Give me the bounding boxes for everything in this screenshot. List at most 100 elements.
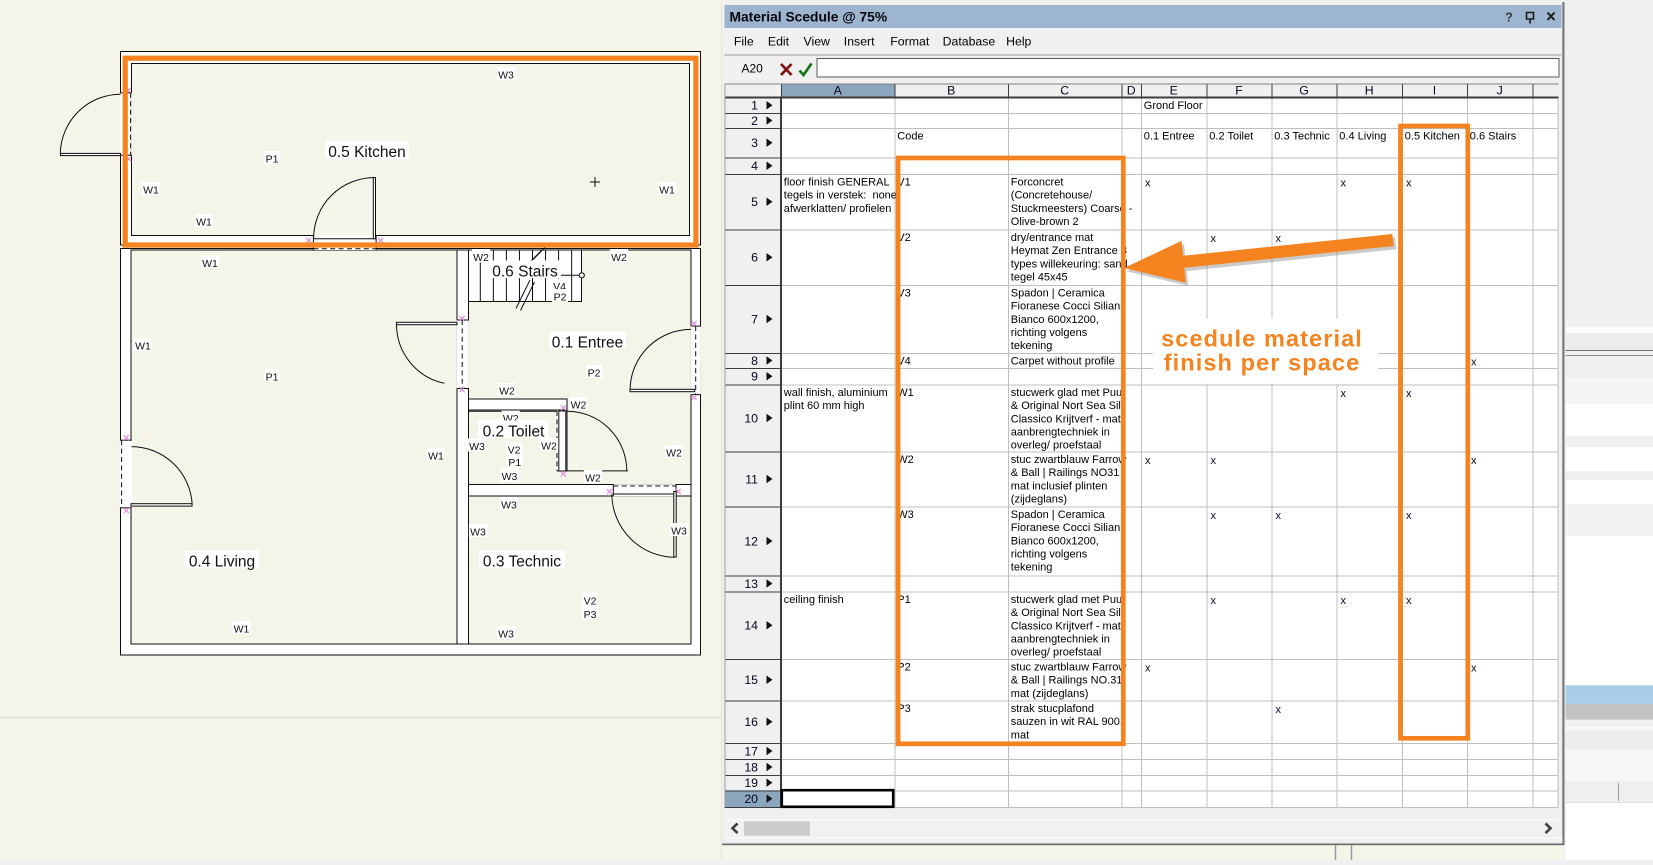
svg-text:14: 14	[744, 619, 758, 633]
svg-text:& Original Nort Sea Silt: & Original Nort Sea Silt	[1011, 400, 1124, 412]
svg-text:x: x	[1406, 388, 1412, 400]
svg-text:W2: W2	[473, 252, 489, 264]
svg-text:W2: W2	[666, 447, 682, 459]
svg-text:0.1 Entree: 0.1 Entree	[552, 335, 624, 352]
svg-text:x: x	[1276, 704, 1282, 716]
svg-text:W3: W3	[671, 525, 687, 537]
svg-text:E: E	[1170, 83, 1178, 97]
svg-text:P1: P1	[266, 153, 279, 165]
svg-text:W2: W2	[585, 472, 601, 484]
svg-text:stuc zwartblauw Farrow: stuc zwartblauw Farrow	[1011, 661, 1127, 673]
svg-text:6: 6	[751, 251, 758, 265]
svg-text:x: x	[1341, 388, 1347, 400]
svg-text:0.4 Living: 0.4 Living	[189, 554, 255, 571]
svg-text:x: x	[1145, 663, 1151, 675]
svg-text:x: x	[1471, 663, 1477, 675]
svg-text:& Ball | Railings NO.31: & Ball | Railings NO.31	[1011, 675, 1123, 687]
svg-text:I: I	[1433, 83, 1436, 97]
svg-text:W2: W2	[611, 252, 627, 264]
svg-text:afwerklatten/ profielen: afwerklatten/ profielen	[784, 203, 892, 215]
svg-text:9: 9	[751, 370, 758, 384]
svg-text:x: x	[1341, 595, 1347, 607]
svg-text:x: x	[1145, 178, 1151, 190]
svg-text:Help: Help	[1006, 35, 1031, 49]
svg-text:A: A	[834, 83, 843, 97]
svg-text:Heymat Zen Entrance 3: Heymat Zen Entrance 3	[1011, 245, 1127, 257]
svg-text:stucwerk glad met Puur: stucwerk glad met Puur	[1011, 594, 1126, 606]
svg-text:W1: W1	[659, 184, 675, 196]
svg-text:18: 18	[744, 760, 758, 774]
svg-text:Spadon | Ceramica: Spadon | Ceramica	[1011, 287, 1106, 299]
svg-text:Format: Format	[890, 35, 930, 49]
svg-text:7: 7	[751, 312, 758, 326]
svg-text:W1: W1	[196, 216, 212, 228]
svg-text:W3: W3	[501, 499, 517, 511]
svg-text:Forconcret: Forconcret	[1011, 176, 1064, 188]
svg-text:types willekeuring: sand: types willekeuring: sand	[1011, 258, 1128, 270]
svg-text:?: ?	[1505, 11, 1513, 25]
svg-text:0.5 Kitchen: 0.5 Kitchen	[328, 144, 406, 161]
svg-text:13: 13	[744, 577, 758, 591]
svg-text:0.2 Toilet: 0.2 Toilet	[1209, 130, 1253, 142]
svg-text:scedule material: scedule material	[1161, 325, 1363, 351]
svg-text:Bianco 600x1200,: Bianco 600x1200,	[1011, 535, 1099, 547]
svg-text:Fioranese Cocci Siliani: Fioranese Cocci Siliani	[1011, 301, 1123, 313]
svg-text:View: View	[804, 35, 831, 49]
svg-text:x: x	[1211, 510, 1217, 522]
svg-text:x: x	[1145, 455, 1151, 467]
svg-text:richting volgens: richting volgens	[1011, 549, 1088, 561]
svg-text:W3: W3	[498, 69, 514, 81]
svg-text:Stuckmeesters) Coarse -: Stuckmeesters) Coarse -	[1011, 203, 1133, 215]
svg-text:Classico Krijtverf - mat,: Classico Krijtverf - mat,	[1011, 620, 1124, 632]
svg-text:0.4 Living: 0.4 Living	[1339, 130, 1386, 142]
svg-text:x: x	[1211, 233, 1217, 245]
svg-text:0.3 Technic: 0.3 Technic	[483, 554, 561, 571]
svg-text:W3: W3	[469, 441, 485, 453]
svg-text:W3: W3	[502, 471, 518, 483]
svg-text:& Ball | Railings NO31: & Ball | Railings NO31	[1011, 467, 1120, 479]
svg-text:Carpet without profile: Carpet without profile	[1011, 355, 1115, 367]
svg-text:C: C	[1060, 83, 1069, 97]
svg-text:0.2 Toilet: 0.2 Toilet	[483, 424, 545, 441]
svg-text:4: 4	[751, 159, 758, 173]
svg-text:8: 8	[751, 354, 758, 368]
svg-text:tegel 45x45: tegel 45x45	[1011, 272, 1068, 284]
svg-text:ceiling finish: ceiling finish	[784, 594, 844, 606]
svg-text:F: F	[1235, 83, 1243, 97]
svg-text:W1: W1	[135, 340, 151, 352]
svg-text:overleg/ proefstaal: overleg/ proefstaal	[1011, 440, 1102, 452]
svg-text:0.5 Kitchen: 0.5 Kitchen	[1405, 130, 1460, 142]
svg-text:(zijdeglans): (zijdeglans)	[1011, 494, 1067, 506]
svg-text:Code: Code	[897, 130, 923, 142]
svg-text:P2: P2	[554, 291, 567, 303]
svg-text:Insert: Insert	[844, 35, 875, 49]
svg-text:x: x	[1211, 595, 1217, 607]
svg-text:dry/entrance mat: dry/entrance mat	[1011, 232, 1094, 244]
svg-text:W3: W3	[470, 526, 486, 538]
svg-text:10: 10	[744, 411, 758, 425]
svg-text:overleg/ proefstaal: overleg/ proefstaal	[1011, 647, 1102, 659]
svg-text:x: x	[1276, 233, 1282, 245]
svg-text:Classico Krijtverf - mat,: Classico Krijtverf - mat,	[1011, 413, 1124, 425]
svg-text:0.1 Entree: 0.1 Entree	[1144, 130, 1195, 142]
svg-text:P1: P1	[266, 371, 279, 383]
svg-text:20: 20	[744, 792, 758, 806]
svg-text:16: 16	[744, 715, 758, 729]
svg-text:W2: W2	[571, 399, 587, 411]
svg-text:mat inclusief plinten: mat inclusief plinten	[1011, 480, 1108, 492]
svg-text:Database: Database	[943, 35, 996, 49]
svg-text:G: G	[1299, 83, 1309, 97]
svg-text:tekening: tekening	[1011, 340, 1053, 352]
svg-text:5: 5	[751, 195, 758, 209]
svg-text:Spadon | Ceramica: Spadon | Ceramica	[1011, 509, 1106, 521]
svg-text:15: 15	[744, 673, 758, 687]
svg-text:x: x	[1211, 455, 1217, 467]
svg-text:finish per space: finish per space	[1164, 350, 1361, 376]
svg-text:tegels in verstek: none: tegels in verstek: none	[784, 190, 897, 202]
svg-text:Material Scedule @ 75%: Material Scedule @ 75%	[730, 10, 888, 25]
svg-text:1: 1	[751, 99, 758, 113]
svg-text:strak stucplafond: strak stucplafond	[1011, 703, 1094, 715]
svg-text:plint 60 mm high: plint 60 mm high	[784, 400, 865, 412]
svg-text:19: 19	[744, 776, 758, 790]
svg-text:stuc zwartblauw Farrow: stuc zwartblauw Farrow	[1011, 454, 1127, 466]
